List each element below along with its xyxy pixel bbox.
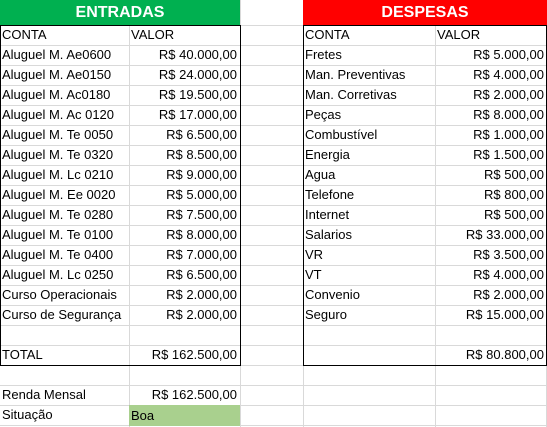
despesas-valor-cell[interactable]: R$ 4.000,00 <box>435 265 547 285</box>
entradas-valor-cell[interactable]: R$ 24.000,00 <box>129 65 240 85</box>
entradas-valor-cell[interactable]: R$ 17.000,00 <box>129 105 240 125</box>
entradas-valor-cell[interactable]: R$ 5.000,00 <box>129 185 240 205</box>
entradas-conta-cell[interactable]: Aluguel M. Ae0150 <box>0 65 129 85</box>
despesas-valor-cell[interactable]: R$ 4.000,00 <box>435 65 547 85</box>
entradas-conta-cell[interactable]: Aluguel M. Ee 0020 <box>0 185 129 205</box>
despesas-valor-cell[interactable]: R$ 2.000,00 <box>435 85 547 105</box>
renda-mensal-label[interactable]: Renda Mensal <box>0 385 129 405</box>
despesas-valor-cell[interactable]: R$ 500,00 <box>435 205 547 225</box>
entradas-valor-cell[interactable]: R$ 8.000,00 <box>129 225 240 245</box>
entradas-valor-cell[interactable]: R$ 2.000,00 <box>129 305 240 325</box>
entradas-valor-cell[interactable]: R$ 40.000,00 <box>129 45 240 65</box>
despesas-valor-cell[interactable]: R$ 3.500,00 <box>435 245 547 265</box>
despesas-valor-cell[interactable]: R$ 8.000,00 <box>435 105 547 125</box>
renda-mensal-value[interactable]: R$ 162.500,00 <box>129 385 240 405</box>
despesas-conta-cell[interactable]: Internet <box>303 205 435 225</box>
entradas-valor-cell[interactable]: R$ 7.500,00 <box>129 205 240 225</box>
entradas-conta-cell[interactable]: Aluguel M. Ac0180 <box>0 85 129 105</box>
entradas-valor-cell[interactable]: R$ 8.500,00 <box>129 145 240 165</box>
despesas-total-value[interactable]: R$ 80.800,00 <box>435 345 547 365</box>
entradas-header-cell[interactable]: ENTRADAS <box>0 0 240 25</box>
despesas-col-valor[interactable]: VALOR <box>435 25 547 45</box>
situacao-value[interactable]: Boa <box>129 405 240 426</box>
entradas-valor-cell[interactable]: R$ 19.500,00 <box>129 85 240 105</box>
despesas-conta-cell[interactable]: Convenio <box>303 285 435 305</box>
despesas-valor-cell[interactable]: R$ 2.000,00 <box>435 285 547 305</box>
entradas-conta-cell[interactable]: Aluguel M. Ae0600 <box>0 45 129 65</box>
entradas-col-valor[interactable]: VALOR <box>129 25 240 45</box>
entradas-conta-cell[interactable]: Aluguel M. Te 0050 <box>0 125 129 145</box>
despesas-valor-cell[interactable]: R$ 33.000,00 <box>435 225 547 245</box>
despesas-conta-cell[interactable]: Combustível <box>303 125 435 145</box>
despesas-valor-cell[interactable]: R$ 800,00 <box>435 185 547 205</box>
entradas-conta-cell[interactable]: Aluguel M. Ac 0120 <box>0 105 129 125</box>
entradas-conta-cell[interactable]: Curso Operacionais <box>0 285 129 305</box>
entradas-col-conta[interactable]: CONTA <box>0 25 129 45</box>
entradas-valor-cell[interactable]: R$ 7.000,00 <box>129 245 240 265</box>
despesas-conta-cell[interactable]: Telefone <box>303 185 435 205</box>
entradas-conta-cell[interactable]: Aluguel M. Te 0100 <box>0 225 129 245</box>
entradas-valor-cell[interactable]: R$ 6.500,00 <box>129 125 240 145</box>
despesas-conta-cell[interactable]: Fretes <box>303 45 435 65</box>
entradas-conta-cell[interactable]: Aluguel M. Te 0280 <box>0 205 129 225</box>
despesas-conta-cell[interactable]: Man. Corretivas <box>303 85 435 105</box>
despesas-valor-cell[interactable]: R$ 500,00 <box>435 165 547 185</box>
despesas-conta-cell[interactable]: Peças <box>303 105 435 125</box>
gridline-h <box>0 365 547 366</box>
entradas-conta-cell[interactable]: Aluguel M. Lc 0210 <box>0 165 129 185</box>
despesas-conta-cell[interactable]: Agua <box>303 165 435 185</box>
entradas-valor-cell[interactable]: R$ 2.000,00 <box>129 285 240 305</box>
despesas-header-cell[interactable]: DESPESAS <box>303 0 547 25</box>
entradas-total-label[interactable]: TOTAL <box>0 345 129 365</box>
entradas-valor-cell[interactable]: R$ 6.500,00 <box>129 265 240 285</box>
despesas-valor-cell[interactable]: R$ 1.500,00 <box>435 145 547 165</box>
entradas-conta-cell[interactable]: Curso de Segurança <box>0 305 129 325</box>
despesas-conta-cell[interactable]: Energia <box>303 145 435 165</box>
entradas-conta-cell[interactable]: Aluguel M. Te 0400 <box>0 245 129 265</box>
gridline-h <box>0 325 547 326</box>
entradas-valor-cell[interactable]: R$ 9.000,00 <box>129 165 240 185</box>
despesas-conta-cell[interactable]: VR <box>303 245 435 265</box>
despesas-conta-cell[interactable]: VT <box>303 265 435 285</box>
despesas-conta-cell[interactable]: Seguro <box>303 305 435 325</box>
despesas-conta-cell[interactable]: Man. Preventivas <box>303 65 435 85</box>
entradas-conta-cell[interactable]: Aluguel M. Te 0320 <box>0 145 129 165</box>
entradas-total-value[interactable]: R$ 162.500,00 <box>129 345 240 365</box>
despesas-valor-cell[interactable]: R$ 1.000,00 <box>435 125 547 145</box>
gridline-h <box>0 425 547 426</box>
situacao-label[interactable]: Situação <box>0 405 129 425</box>
despesas-conta-cell[interactable]: Salarios <box>303 225 435 245</box>
spreadsheet-grid: ENTRADAS CONTA VALOR Aluguel M. Ae0600 R$… <box>0 0 547 427</box>
entradas-conta-cell[interactable]: Aluguel M. Lc 0250 <box>0 265 129 285</box>
gridline-v <box>240 0 241 427</box>
despesas-col-conta[interactable]: CONTA <box>303 25 435 45</box>
despesas-valor-cell[interactable]: R$ 5.000,00 <box>435 45 547 65</box>
despesas-valor-cell[interactable]: R$ 15.000,00 <box>435 305 547 325</box>
